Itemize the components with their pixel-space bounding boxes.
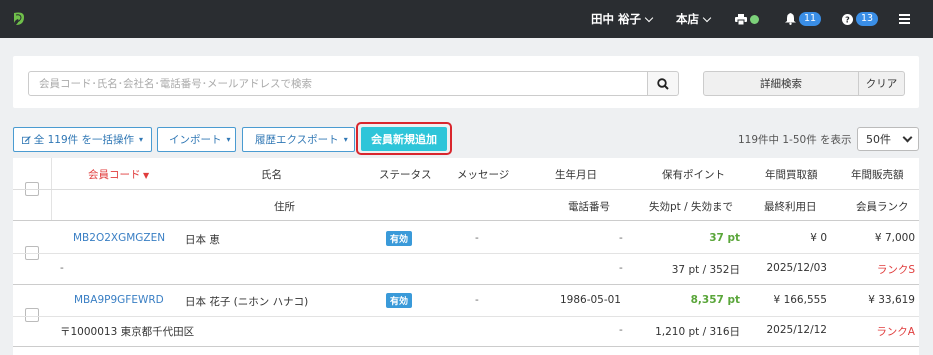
message-header[interactable]: メッセージ	[457, 167, 509, 182]
member-code-link[interactable]: MBA9P9GFEWRD	[74, 294, 164, 306]
store-name: 本店	[676, 12, 699, 26]
table-header-row-2: 住所 電話番号 失効pt / 失効まで 最終利用日 会員ランク	[13, 190, 919, 221]
points-header[interactable]: 保有ポイント	[662, 167, 725, 182]
message-value: -	[475, 232, 479, 244]
annual-sell-value: ¥ 33,619	[868, 294, 915, 306]
help-count-badge: 13	[856, 12, 879, 26]
notifications-button[interactable]: 11	[785, 0, 822, 38]
address-header[interactable]: 住所	[274, 199, 295, 214]
hamburger-menu-button[interactable]	[899, 0, 910, 38]
search-button[interactable]	[647, 71, 679, 96]
phone-header[interactable]: 電話番号	[568, 199, 610, 214]
member-name: 日本 恵	[185, 234, 220, 246]
caret-down-icon: ▾	[138, 135, 143, 144]
hamburger-icon	[899, 14, 910, 24]
member-name: 日本 花子 (ニホン ハナコ)	[185, 296, 309, 308]
add-new-member-button[interactable]: 会員新規追加	[361, 127, 447, 151]
row-divider	[13, 316, 919, 317]
points-value: 37 pt	[709, 232, 740, 244]
expire-value: 1,210 pt / 316日	[655, 326, 740, 338]
caret-down-icon: ▾	[343, 135, 348, 144]
app-logo-icon[interactable]	[11, 11, 27, 27]
status-badge: 有効	[386, 293, 413, 308]
bell-icon	[785, 13, 796, 25]
points-value: 8,357 pt	[690, 294, 740, 306]
member-code-header-label: 会員コード	[88, 169, 141, 181]
member-table: 会員コード ▼ 氏名 ステータス メッセージ 生年月日 保有ポイント 年間買取額…	[13, 158, 919, 355]
rank-value: ランクA	[876, 326, 915, 338]
message-value: -	[475, 294, 479, 306]
annual-buy-value: ¥ 166,555	[773, 294, 827, 306]
member-code-link[interactable]: MB2O2XGMGZEN	[73, 232, 165, 244]
top-navigation-bar: 田中 裕子 本店 11 ? 13	[0, 0, 933, 38]
annual-sell-value: ¥ 7,000	[874, 232, 915, 244]
last-used-value: 2025/12/12	[766, 324, 827, 336]
address-value: -	[60, 262, 64, 274]
birthday-value: 1986-05-01	[559, 294, 621, 306]
table-header-row-1: 会員コード ▼ 氏名 ステータス メッセージ 生年月日 保有ポイント 年間買取額…	[13, 158, 919, 190]
row-checkbox[interactable]	[25, 308, 39, 322]
rank-value: ランクS	[876, 264, 915, 276]
user-name: 田中 裕子	[591, 12, 642, 26]
birthday-header[interactable]: 生年月日	[555, 167, 597, 182]
annual-buy-header[interactable]: 年間買取額	[765, 167, 818, 182]
last-used-header[interactable]: 最終利用日	[764, 199, 817, 214]
per-page-select[interactable]: 50件	[857, 127, 919, 151]
name-header[interactable]: 氏名	[261, 167, 282, 182]
advanced-search-button[interactable]: 詳細検索	[703, 71, 859, 96]
svg-text:?: ?	[845, 15, 850, 24]
birthday-value: -	[619, 232, 623, 244]
rank-header[interactable]: 会員ランク	[856, 199, 909, 214]
row-divider	[13, 253, 919, 254]
expire-header[interactable]: 失効pt / 失効まで	[649, 199, 733, 214]
import-label: インポート	[169, 134, 222, 146]
printer-connected-indicator	[750, 14, 759, 24]
annual-sell-header[interactable]: 年間販売額	[851, 167, 904, 182]
user-menu[interactable]: 田中 裕子	[591, 0, 654, 38]
status-badge: 有効	[386, 231, 413, 246]
edit-icon	[22, 135, 31, 144]
expire-value: 37 pt / 352日	[671, 264, 740, 276]
bulk-action-label: 全 119件 を一括操作	[33, 134, 134, 146]
search-icon	[657, 77, 669, 90]
result-count-text: 119件中 1-50件 を表示	[738, 134, 852, 146]
store-menu[interactable]: 本店	[676, 0, 712, 38]
help-icon: ?	[842, 13, 853, 25]
history-export-label: 履歴エクスポート	[255, 134, 339, 146]
clear-button[interactable]: クリア	[858, 71, 905, 96]
caret-down-icon: ▾	[226, 135, 231, 144]
phone-value: -	[619, 262, 623, 274]
search-panel: 詳細検索 クリア	[13, 56, 919, 108]
last-used-value: 2025/12/03	[766, 262, 827, 274]
chevron-down-icon	[702, 13, 712, 22]
sort-desc-icon: ▼	[140, 171, 150, 180]
notification-count-badge: 11	[799, 12, 822, 26]
annual-buy-value: ¥ 0	[810, 232, 827, 244]
address-value: 〒1000013 東京都千代田区	[60, 326, 195, 338]
printer-status[interactable]	[735, 0, 759, 38]
history-export-button[interactable]: 履歴エクスポート ▾	[242, 127, 355, 152]
row-separator	[13, 284, 919, 285]
printer-icon	[735, 13, 747, 25]
chevron-down-icon	[644, 13, 654, 22]
member-search-input[interactable]	[28, 71, 648, 96]
row-separator	[13, 346, 919, 347]
sort-member-code-header[interactable]: 会員コード ▼	[88, 167, 149, 182]
chevron-down-icon	[902, 132, 913, 143]
import-button[interactable]: インポート ▾	[157, 127, 236, 152]
phone-value: -	[619, 324, 623, 336]
status-header[interactable]: ステータス	[379, 167, 432, 182]
per-page-value: 50件	[866, 133, 891, 146]
bulk-action-button[interactable]: 全 119件 を一括操作 ▾	[13, 127, 152, 152]
help-button[interactable]: ? 13	[842, 0, 879, 38]
